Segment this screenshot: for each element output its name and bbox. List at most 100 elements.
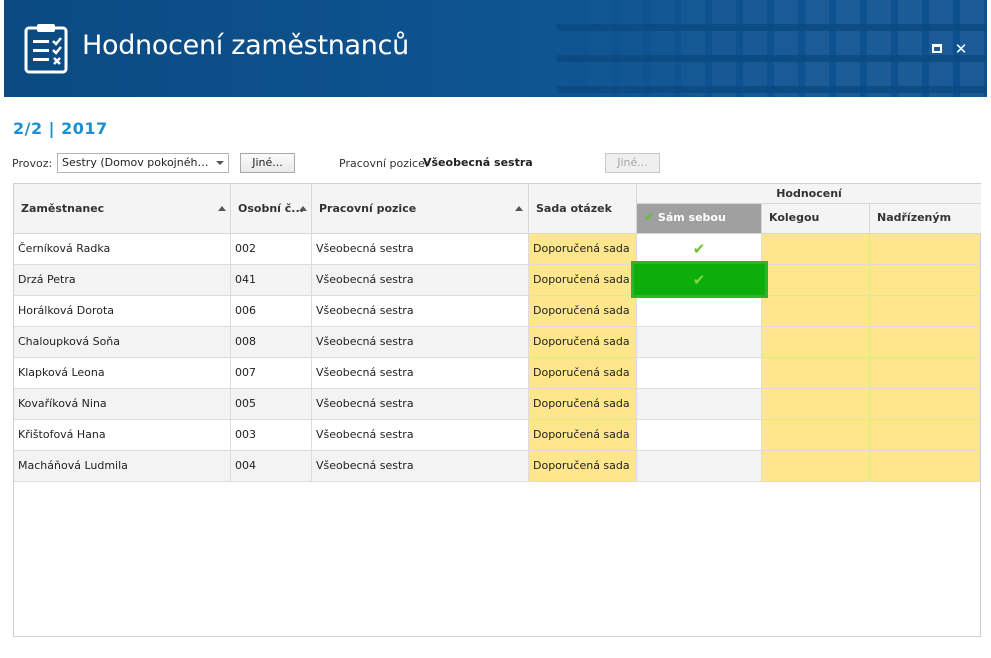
maximize-icon	[932, 44, 942, 53]
employee-position-cell: Všeobecná sestra	[312, 420, 529, 450]
table-row[interactable]: Černíková Radka 002 Všeobecná sestra Doporu…	[14, 234, 980, 265]
employee-name-cell: Klapková Leona	[14, 358, 231, 388]
self-evaluation-cell[interactable]	[637, 358, 762, 388]
employee-number-cell: 002	[231, 234, 312, 264]
check-icon: ✔	[692, 240, 706, 258]
table-row[interactable]: Macháňová Ludmila 004 Všeobecná sestra Dopo…	[14, 451, 980, 482]
column-header-position-label: Pracovní pozice	[319, 202, 417, 215]
colleague-evaluation-cell[interactable]	[762, 327, 870, 357]
question-set-cell[interactable]: Doporučená sada	[529, 296, 637, 326]
table-row[interactable]: Kovaříková Nina 005 Všeobecná sestra Doporu…	[14, 389, 980, 420]
column-group-evaluation: Hodnocení	[637, 184, 981, 204]
clipboard-checklist-icon	[24, 24, 68, 74]
self-evaluation-cell[interactable]: ✔	[637, 234, 762, 264]
employee-position-cell: Všeobecná sestra	[312, 358, 529, 388]
question-set-cell[interactable]: Doporučená sada	[529, 420, 637, 450]
employee-number-cell: 004	[231, 451, 312, 481]
employee-name-cell: Horálková Dorota	[14, 296, 231, 326]
colleague-evaluation-cell[interactable]	[762, 234, 870, 264]
title-bar: Hodnocení zaměstnanců ✕	[4, 0, 987, 97]
self-evaluation-cell[interactable]	[637, 420, 762, 450]
colleague-evaluation-cell[interactable]	[762, 420, 870, 450]
employee-name-cell: Macháňová Ludmila	[14, 451, 231, 481]
colleague-evaluation-cell[interactable]	[762, 389, 870, 419]
provoz-other-button[interactable]: Jiné...	[240, 153, 295, 173]
superior-evaluation-cell[interactable]	[870, 420, 980, 450]
employee-number-cell: 008	[231, 327, 312, 357]
colleague-evaluation-cell[interactable]	[762, 296, 870, 326]
column-header-position[interactable]: Pracovní pozice	[312, 184, 529, 234]
employee-position-cell: Všeobecná sestra	[312, 451, 529, 481]
superior-evaluation-cell[interactable]	[870, 389, 980, 419]
sort-ascending-icon	[218, 206, 226, 211]
column-header-self[interactable]: ✔ Sám sebou	[637, 204, 762, 234]
column-header-colleagues[interactable]: Kolegou	[762, 204, 870, 234]
close-icon: ✕	[954, 40, 968, 58]
employee-grid: Zaměstnanec Osobní č... Pracovní pozice …	[13, 183, 981, 637]
check-icon: ✔	[644, 210, 655, 225]
employee-number-cell: 041	[231, 265, 312, 295]
provoz-dropdown-value: Sestry (Domov pokojného st...	[62, 156, 212, 169]
question-set-cell[interactable]: Doporučená sada	[529, 327, 637, 357]
question-set-cell[interactable]: Doporučená sada	[529, 234, 637, 264]
employee-number-cell: 003	[231, 420, 312, 450]
colleague-evaluation-cell[interactable]	[762, 451, 870, 481]
self-evaluation-cell[interactable]: ✔	[631, 261, 768, 298]
employee-position-cell: Všeobecná sestra	[312, 389, 529, 419]
employee-name-cell: Kovaříková Nina	[14, 389, 231, 419]
position-label: Pracovní pozice:	[339, 157, 429, 170]
table-row[interactable]: Drzá Petra 041 Všeobecná sestra Doporučená …	[14, 261, 980, 298]
table-row[interactable]: Křištofová Hana 003 Všeobecná sestra Doporu…	[14, 420, 980, 451]
superior-evaluation-cell[interactable]	[870, 358, 980, 388]
employee-name-cell: Drzá Petra	[14, 265, 231, 295]
colleague-evaluation-cell[interactable]	[762, 358, 870, 388]
column-header-number-label: Osobní č...	[238, 202, 304, 215]
column-header-superior[interactable]: Nadřízeným	[870, 204, 981, 234]
question-set-cell[interactable]: Doporučená sada	[529, 389, 637, 419]
employee-name-cell: Křištofová Hana	[14, 420, 231, 450]
table-row[interactable]: Chaloupková Soňa 008 Všeobecná sestra Dopor…	[14, 327, 980, 358]
check-icon: ✔	[692, 271, 706, 289]
employee-position-cell: Všeobecná sestra	[312, 296, 529, 326]
employee-number-cell: 006	[231, 296, 312, 326]
sort-ascending-icon	[515, 206, 523, 211]
employee-position-cell: Všeobecná sestra	[312, 265, 529, 295]
column-header-employee[interactable]: Zaměstnanec	[14, 184, 231, 234]
column-header-employee-label: Zaměstnanec	[21, 202, 105, 215]
superior-evaluation-cell[interactable]	[870, 327, 980, 357]
table-row[interactable]: Horálková Dorota 006 Všeobecná sestra Dopor…	[14, 296, 980, 327]
column-header-question-set-label: Sada otázek	[536, 202, 612, 215]
column-header-question-set[interactable]: Sada otázek	[529, 184, 637, 234]
employee-name-cell: Chaloupková Soňa	[14, 327, 231, 357]
employee-position-cell: Všeobecná sestra	[312, 327, 529, 357]
dropdown-arrow-icon	[216, 161, 224, 165]
close-button[interactable]: ✕	[954, 40, 968, 58]
self-evaluation-cell[interactable]	[637, 296, 762, 326]
window-title: Hodnocení zaměstnanců	[82, 30, 409, 61]
question-set-cell[interactable]: Doporučená sada	[529, 265, 637, 295]
self-evaluation-cell[interactable]	[637, 389, 762, 419]
employee-name-cell: Černíková Radka	[14, 234, 231, 264]
superior-evaluation-cell[interactable]	[870, 296, 980, 326]
superior-evaluation-cell[interactable]	[870, 234, 980, 264]
column-header-number[interactable]: Osobní č...	[231, 184, 312, 234]
self-evaluation-cell[interactable]	[637, 451, 762, 481]
period-heading: 2/2 | 2017	[13, 119, 108, 138]
employee-number-cell: 007	[231, 358, 312, 388]
question-set-cell[interactable]: Doporučená sada	[529, 451, 637, 481]
sort-ascending-icon	[299, 206, 307, 211]
provoz-label: Provoz:	[12, 157, 53, 170]
question-set-cell[interactable]: Doporučená sada	[529, 358, 637, 388]
maximize-button[interactable]	[931, 42, 945, 56]
superior-evaluation-cell[interactable]	[870, 451, 980, 481]
self-evaluation-cell[interactable]	[637, 327, 762, 357]
position-value: Všeobecná sestra	[423, 156, 533, 169]
table-row[interactable]: Klapková Leona 007 Všeobecná sestra Doporuč…	[14, 358, 980, 389]
provoz-dropdown[interactable]: Sestry (Domov pokojného st...	[57, 153, 229, 173]
superior-evaluation-cell[interactable]	[870, 265, 980, 295]
colleague-evaluation-cell[interactable]	[762, 265, 870, 295]
employee-number-cell: 005	[231, 389, 312, 419]
column-header-self-label: Sám sebou	[657, 211, 726, 224]
titlebar-pattern-overlay	[557, 0, 987, 97]
position-other-button[interactable]: Jiné...	[605, 153, 660, 173]
